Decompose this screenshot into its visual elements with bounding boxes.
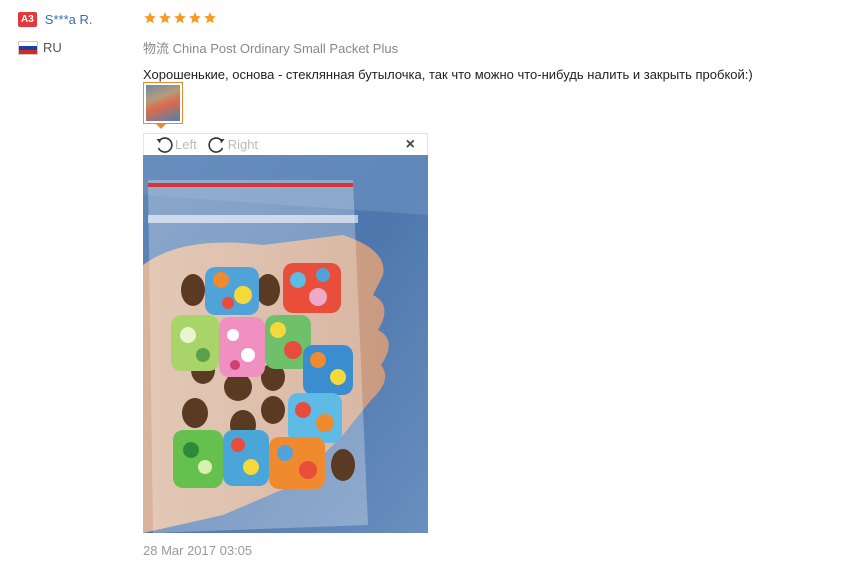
star-icon [189, 12, 201, 24]
rotate-left-label: Left [175, 137, 197, 152]
reviewer-country: RU [18, 40, 138, 55]
review-photo [143, 155, 428, 533]
review-date: 28 Mar 2017 03:05 [143, 543, 253, 558]
reviewer-info: A3 S***a R. RU [18, 10, 138, 55]
beads-in-bag-image [143, 155, 428, 533]
country-code: RU [43, 40, 62, 55]
star-icon [174, 12, 186, 24]
rotate-right-icon [208, 136, 225, 153]
rotate-left-button[interactable]: Left [154, 135, 197, 155]
close-viewer-button[interactable]: × [406, 136, 415, 154]
review-body: 物流 China Post Ordinary Small Packet Plus… [143, 8, 833, 82]
russia-flag-icon [18, 40, 38, 55]
reviewer-row: A3 S***a R. [18, 10, 138, 28]
thumbnail-image [146, 85, 180, 121]
star-rating [143, 8, 833, 28]
star-icon [144, 12, 156, 24]
review-photo-thumbnail[interactable] [143, 82, 183, 124]
thumbnail-caret-icon [155, 123, 167, 129]
shipping-prefix: 物流 [143, 41, 170, 56]
shipping-method: China Post Ordinary Small Packet Plus [172, 41, 399, 56]
rotate-left-icon [156, 136, 173, 153]
image-viewer-toolbar: Left Right × [143, 133, 428, 155]
star-icon [204, 12, 216, 24]
review-text: Хорошенькие, основа - стеклянная бутылоч… [143, 67, 753, 82]
shipping-info: 物流 China Post Ordinary Small Packet Plus [143, 38, 833, 57]
star-icon [159, 12, 171, 24]
user-level-badge: A3 [18, 11, 37, 27]
rotate-right-label: Right [227, 137, 259, 152]
reviewer-name[interactable]: S***a R. [45, 12, 93, 27]
rotate-right-button[interactable]: Right [207, 135, 258, 155]
